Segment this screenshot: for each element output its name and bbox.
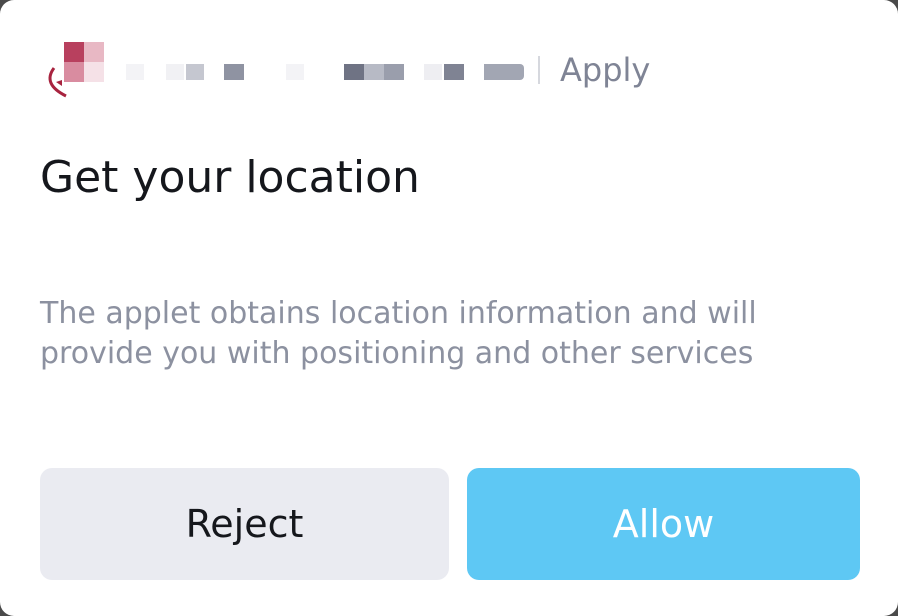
redacted-app-name-part [424,64,442,80]
redacted-app-name-part [286,64,304,80]
redacted-app-name-part [186,64,204,80]
redacted-app-name-part [444,64,464,80]
app-logo-icon [48,42,104,98]
reject-button[interactable]: Reject [40,468,449,580]
apply-label: Apply [560,51,651,89]
redacted-app-name-part [384,64,404,80]
header-divider [538,56,540,84]
redacted-app-name-part [344,64,364,80]
redacted-app-name-part [126,64,144,80]
dialog-description: The applet obtains location information … [40,296,757,371]
redacted-app-name-part [166,64,184,80]
dialog-header: Apply [40,40,840,102]
location-permission-dialog: Apply Get your location The applet obtai… [0,0,898,616]
redacted-app-name-part [484,64,524,80]
allow-button[interactable]: Allow [467,468,860,580]
redacted-app-name-part [364,64,384,80]
dialog-title: Get your location [40,152,420,203]
redacted-app-name-part [224,64,244,80]
